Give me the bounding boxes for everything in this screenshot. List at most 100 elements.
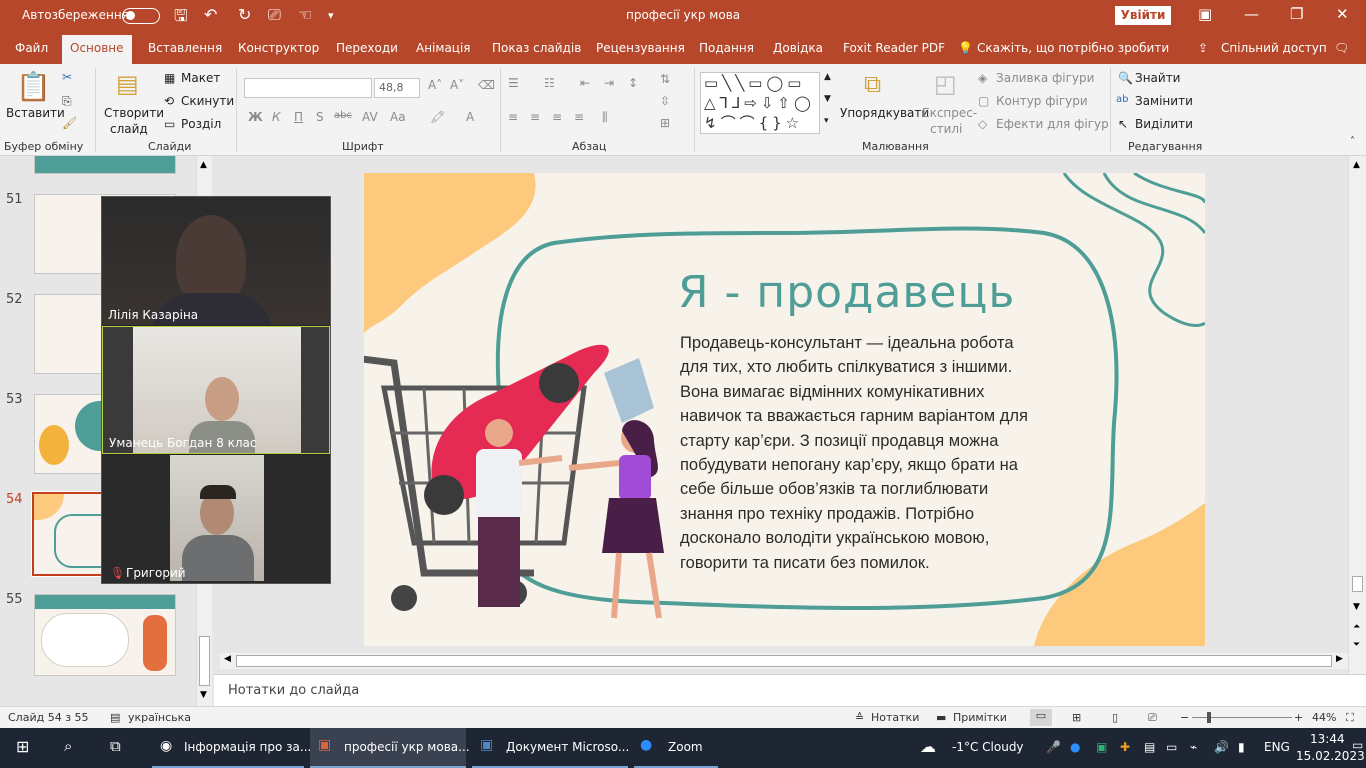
quick-styles-button-2[interactable]: стилі [930, 122, 962, 136]
slide-horizontal-scrollbar[interactable]: ◀ ▶ [220, 653, 1348, 669]
input-language[interactable]: ENG [1264, 740, 1290, 754]
taskbar-app-powerpoint[interactable]: ▣ професії укр мова... [310, 728, 470, 768]
paste-icon[interactable]: 📋 [16, 70, 51, 103]
shape-outline-button[interactable]: Контур фігури [996, 94, 1088, 108]
italic-button[interactable]: К [272, 110, 281, 124]
tab-file[interactable]: Файл [15, 41, 48, 55]
minimize-icon[interactable]: — [1244, 5, 1259, 23]
volume-icon[interactable]: 🔊 [1214, 740, 1229, 754]
columns-icon[interactable]: ⫼ [602, 110, 608, 125]
arrange-button[interactable]: Упорядкувати [840, 106, 929, 120]
tab-home[interactable]: Основне [62, 35, 132, 64]
next-slide-icon[interactable]: ⏷ [1353, 640, 1360, 650]
zoom-in-icon[interactable]: + [1294, 711, 1303, 724]
zoom-level[interactable]: 44% [1312, 711, 1336, 724]
tab-foxit[interactable]: Foxit Reader PDF [843, 41, 945, 55]
video-tile-active[interactable]: Уманець Богдан 8 клас [102, 326, 330, 454]
clear-format-icon[interactable]: ⌫ [478, 78, 495, 92]
weather-text[interactable]: -1°C Cloudy [952, 740, 1024, 754]
thumbnail-55[interactable] [34, 594, 176, 676]
slideshow-view-icon[interactable]: ⎚ [1148, 711, 1157, 725]
font-color-icon[interactable]: A [466, 110, 474, 124]
save-icon[interactable]: 🖫 [174, 5, 188, 32]
undo-icon[interactable]: ↶ [204, 5, 217, 24]
tell-me-search[interactable]: Скажіть, що потрібно зробити [977, 41, 1169, 55]
tab-design[interactable]: Конструктор [238, 41, 319, 55]
scroll-down-arrow[interactable]: ▼ [1353, 602, 1360, 612]
zoom-video-panel[interactable]: Лілія Казаріна Уманець Богдан 8 клас 🎙 Г… [101, 196, 331, 584]
spellcheck-icon[interactable]: ▤ [110, 711, 120, 724]
display-icon[interactable]: ▤ [1144, 740, 1155, 754]
font-size-input[interactable]: 48,8 [374, 78, 420, 98]
underline-button[interactable]: П [294, 110, 303, 124]
scroll-up-arrow[interactable]: ▲ [1353, 160, 1360, 170]
select-button[interactable]: Виділити [1135, 117, 1193, 131]
tray-icon[interactable]: ▭ [1166, 740, 1177, 754]
scroll-thumb[interactable] [1352, 576, 1363, 592]
network-icon[interactable]: ⌁ [1190, 740, 1197, 754]
autosave-toggle[interactable] [122, 8, 160, 24]
shapes-more[interactable]: ▾ [824, 116, 829, 126]
highlight-icon[interactable]: 🖍 [430, 110, 445, 124]
align-left-icon[interactable]: ≡ [508, 110, 518, 124]
slide-vertical-scrollbar[interactable]: ▲ ▼ ⏶ ⏷ [1348, 156, 1366, 674]
slide-body-text[interactable]: Продавець-консультант — ідеальна робота … [680, 331, 1100, 575]
change-case-icon[interactable]: Aa [390, 110, 406, 124]
fit-to-window-icon[interactable]: ⛶ [1346, 711, 1354, 725]
notes-placeholder[interactable]: Нотатки до слайда [228, 683, 359, 698]
present-icon[interactable]: ⎚ [268, 5, 281, 25]
new-slide-button[interactable]: Створити [104, 106, 164, 120]
scroll-right-arrow[interactable]: ▶ [1336, 654, 1343, 664]
slide-sorter-icon[interactable]: ⊞ [1072, 711, 1081, 724]
scroll-left-arrow[interactable]: ◀ [224, 654, 231, 664]
quick-styles-button[interactable]: Експрес- [922, 106, 977, 120]
share-button[interactable]: Спільний доступ [1221, 41, 1327, 55]
line-spacing-icon[interactable]: ↕ [628, 76, 638, 90]
grow-font-icon[interactable]: A˄ [428, 78, 442, 92]
increase-indent-icon[interactable]: ⇥ [604, 76, 614, 90]
bullets-icon[interactable]: ☰ [508, 76, 519, 90]
text-direction-icon[interactable]: ⇅ [660, 72, 670, 86]
reading-view-icon[interactable]: ▯ [1112, 711, 1118, 724]
taskbar-app-chrome[interactable]: ◉ Інформація про за... [152, 728, 311, 768]
tab-view[interactable]: Подання [699, 41, 754, 55]
battery-icon[interactable]: ▮ [1238, 740, 1245, 754]
scroll-thumb[interactable] [236, 655, 1332, 667]
collapse-ribbon-icon[interactable]: ˄ [1350, 136, 1355, 147]
task-view-icon[interactable]: ⧉ [110, 737, 121, 755]
reset-button[interactable]: Скинути [181, 94, 234, 108]
char-spacing-button[interactable]: abc [334, 110, 352, 121]
quick-styles-icon[interactable]: ◰ [934, 70, 957, 98]
arrange-icon[interactable]: ⧉ [864, 70, 881, 98]
cut-icon[interactable]: ✂ [62, 70, 72, 84]
font-name-input[interactable] [244, 78, 372, 98]
shrink-font-icon[interactable]: A˅ [450, 78, 464, 92]
align-right-icon[interactable]: ≡ [552, 110, 562, 124]
taskbar-app-word[interactable]: ▣ Документ Microso... [472, 728, 629, 768]
security-icon[interactable]: ✚ [1120, 740, 1130, 754]
align-text-icon[interactable]: ⇳ [660, 94, 670, 108]
clock-time[interactable]: 13:44 [1310, 732, 1345, 746]
character-spacing-icon[interactable]: AV [362, 110, 378, 124]
comments-icon[interactable]: 🗨 [1334, 41, 1349, 55]
shape-fill-button[interactable]: Заливка фігури [996, 71, 1094, 85]
microphone-icon[interactable]: 🎤 [1046, 740, 1061, 754]
signin-button[interactable]: Увійти [1115, 6, 1171, 25]
redo-icon[interactable]: ↻ [238, 5, 251, 24]
taskbar-app-zoom[interactable]: ● Zoom [634, 728, 718, 768]
scroll-up-arrow[interactable]: ▲ [200, 160, 207, 170]
scroll-thumb[interactable] [199, 636, 210, 686]
smartart-icon[interactable]: ⊞ [660, 116, 670, 130]
format-painter-icon[interactable]: 🖌 [62, 116, 77, 130]
touch-mode-icon[interactable]: ☜ [298, 5, 312, 24]
copy-icon[interactable]: ⎘ [62, 94, 72, 109]
decrease-indent-icon[interactable]: ⇤ [580, 76, 590, 90]
tab-help[interactable]: Довідка [773, 41, 823, 55]
notes-toggle-button[interactable]: Нотатки [871, 711, 919, 724]
section-button[interactable]: Розділ [181, 117, 221, 131]
language-status[interactable]: українська [128, 711, 191, 724]
shapes-scroll-up[interactable]: ▲ [824, 72, 831, 82]
video-tile[interactable]: 🎙 Григорий [102, 455, 330, 583]
slide-canvas[interactable]: Я - продавець Продавець-консультант — ід… [364, 173, 1205, 646]
align-center-icon[interactable]: ≡ [530, 110, 540, 124]
